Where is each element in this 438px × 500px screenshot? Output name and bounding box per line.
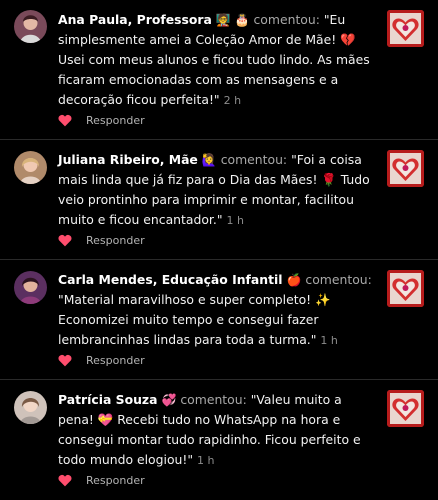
post-thumbnail[interactable] [387, 10, 424, 47]
avatar[interactable] [14, 391, 47, 424]
comment-time: 1 h [226, 214, 244, 227]
reply-button[interactable]: Responder [86, 234, 145, 247]
author-emojis: 🍎 [286, 273, 302, 287]
mothers-day-heart-card-icon [387, 10, 424, 47]
comment-item: Patrícia Souza 💞 comentou: "Valeu muito … [0, 380, 438, 500]
like-heart-icon[interactable] [58, 114, 72, 127]
reply-button[interactable]: Responder [86, 474, 145, 487]
profile-photo-icon [14, 10, 47, 43]
comment-verb: comentou: [220, 152, 288, 167]
comment-author[interactable]: Carla Mendes, Educação Infantil [58, 272, 283, 287]
comment-actions: Responder [58, 472, 145, 488]
comment-body: Ana Paula, Professora 🧑‍🏫 🎂 comentou: "E… [58, 10, 372, 111]
avatar[interactable] [14, 10, 47, 43]
like-heart-icon[interactable] [58, 354, 72, 367]
comment-time: 1 h [197, 454, 215, 467]
profile-photo-icon [14, 391, 47, 424]
comment-verb: comentou: [305, 272, 372, 287]
reply-button[interactable]: Responder [86, 354, 145, 367]
comment-body: Juliana Ribeiro, Mãe 🙋‍♀️ comentou: "Foi… [58, 150, 372, 231]
comment-time: 1 h [320, 334, 338, 347]
author-emojis: 💞 [161, 393, 177, 407]
like-heart-icon[interactable] [58, 474, 72, 487]
comment-text: "Material maravilhoso e super completo! … [58, 292, 331, 347]
post-thumbnail[interactable] [387, 390, 424, 427]
author-emojis: 🧑‍🏫 🎂 [215, 13, 250, 27]
comment-item: Ana Paula, Professora 🧑‍🏫 🎂 comentou: "E… [0, 0, 438, 140]
comment-actions: Responder [58, 232, 145, 248]
mothers-day-heart-card-icon [387, 270, 424, 307]
profile-photo-icon [14, 271, 47, 304]
comment-author[interactable]: Ana Paula, Professora [58, 12, 212, 27]
comment-body: Patrícia Souza 💞 comentou: "Valeu muito … [58, 390, 372, 471]
author-emojis: 🙋‍♀️ [201, 153, 217, 167]
mothers-day-heart-card-icon [387, 390, 424, 427]
comment-item: Carla Mendes, Educação Infantil 🍎 coment… [0, 260, 438, 380]
comment-item: Juliana Ribeiro, Mãe 🙋‍♀️ comentou: "Foi… [0, 140, 438, 260]
comment-actions: Responder [58, 112, 145, 128]
comment-time: 2 h [223, 94, 242, 107]
comment-verb: comentou: [253, 12, 320, 27]
comment-body: Carla Mendes, Educação Infantil 🍎 coment… [58, 270, 372, 351]
avatar[interactable] [14, 151, 47, 184]
mothers-day-heart-card-icon [387, 150, 424, 187]
avatar[interactable] [14, 271, 47, 304]
comments-feed: Ana Paula, Professora 🧑‍🏫 🎂 comentou: "E… [0, 0, 438, 500]
comment-actions: Responder [58, 352, 145, 368]
comment-author[interactable]: Patrícia Souza [58, 392, 158, 407]
post-thumbnail[interactable] [387, 150, 424, 187]
comment-verb: comentou: [180, 392, 247, 407]
comment-author[interactable]: Juliana Ribeiro, Mãe [58, 152, 198, 167]
reply-button[interactable]: Responder [86, 114, 145, 127]
like-heart-icon[interactable] [58, 234, 72, 247]
post-thumbnail[interactable] [387, 270, 424, 307]
profile-photo-icon [14, 151, 47, 184]
